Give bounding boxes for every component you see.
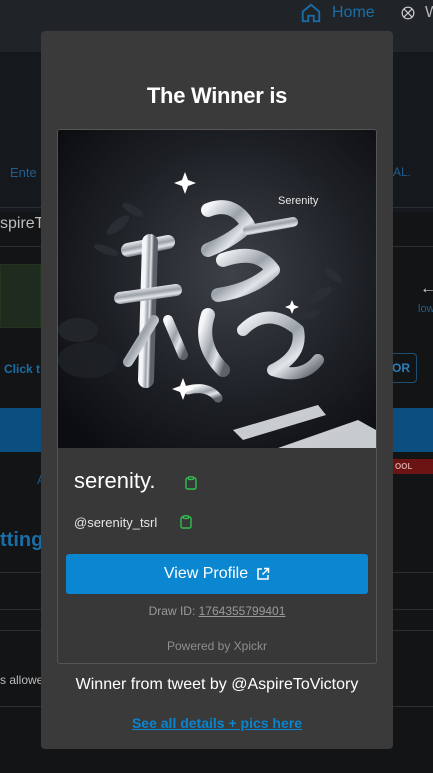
winner-avatar-image[interactable]: Serenity: [58, 130, 376, 448]
nav-other-label: W: [425, 4, 433, 21]
bg-click-text[interactable]: Click t: [4, 362, 40, 376]
winner-handle: @serenity_tsrl: [74, 515, 158, 530]
bg-low-text: low: [418, 303, 433, 315]
bg-enter-text: Ente: [10, 165, 37, 180]
winner-card: Serenity serenity. @serenity_tsrl View P…: [57, 129, 377, 664]
view-profile-button[interactable]: View Profile: [66, 554, 368, 594]
nav-home-link[interactable]: Home: [300, 0, 375, 26]
modal-title: The Winner is: [146, 83, 288, 108]
compass-icon: [401, 6, 415, 20]
bg-allowed-text: s allowe: [0, 673, 44, 687]
home-icon: [301, 3, 321, 23]
bg-al-text: AL.: [393, 165, 412, 179]
bg-setting-heading: tting: [0, 529, 44, 551]
nav-home-label: Home: [332, 4, 375, 21]
avatar-artwork-label: Serenity: [278, 195, 319, 207]
bg-outline-button[interactable]: OR: [392, 353, 417, 383]
see-details-link[interactable]: See all details + pics here: [41, 715, 393, 731]
clipboard-icon[interactable]: [185, 476, 197, 490]
bg-or-label: OR: [392, 361, 410, 375]
clipboard-icon[interactable]: [180, 515, 192, 529]
nav-other-link[interactable]: W: [401, 0, 433, 26]
draw-id-label: Draw ID:: [148, 604, 196, 618]
bg-feature-badge: OOL FEATU: [393, 459, 433, 474]
draw-id-value[interactable]: 1764355799401: [199, 604, 286, 618]
external-link-icon: [257, 567, 270, 580]
arrow-left-icon[interactable]: ←: [420, 280, 433, 298]
draw-id-row: Draw ID: 1764355799401: [58, 604, 376, 618]
winner-name: serenity.: [74, 468, 156, 493]
winner-from-tweet-text: Winner from tweet by @AspireToVictory: [75, 676, 359, 693]
winner-modal: The Winner is Serenity serenity. @sereni…: [41, 31, 393, 749]
view-profile-label: View Profile: [163, 565, 249, 582]
bg-green-panel: [0, 264, 41, 328]
avatar-artwork: Serenity: [58, 130, 376, 448]
powered-by-text: Powered by Xpickr: [166, 639, 268, 653]
